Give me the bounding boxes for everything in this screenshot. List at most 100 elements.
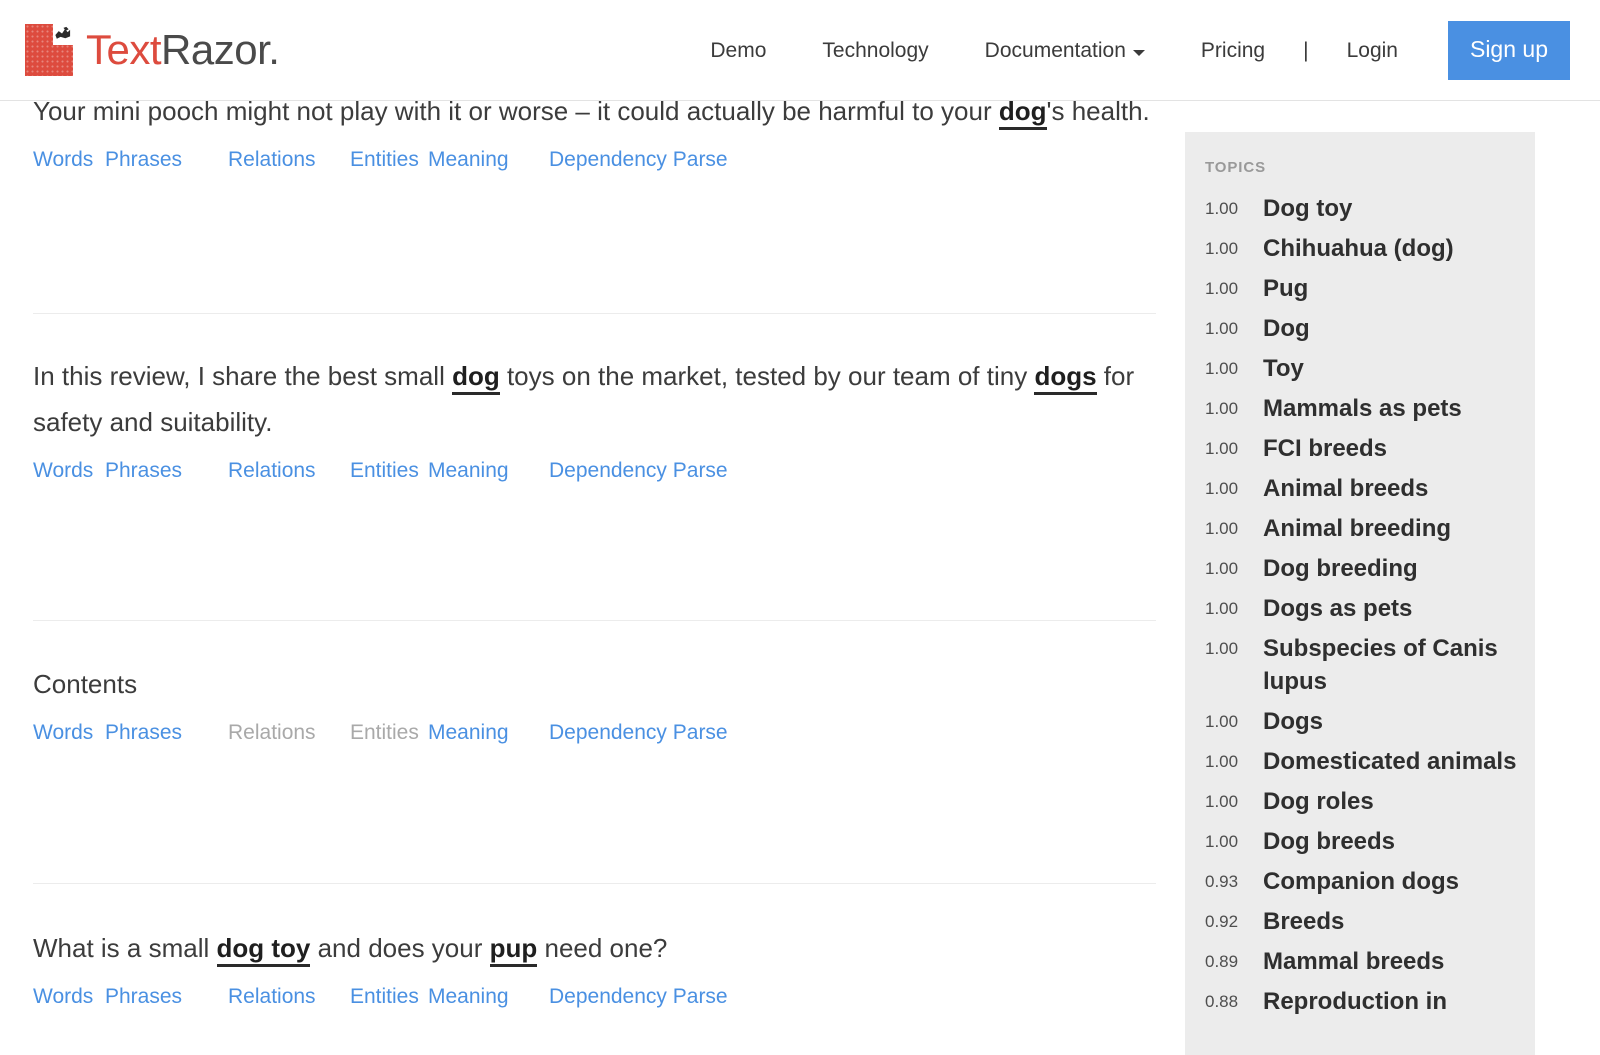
section-divider [33,883,1156,884]
action-link-meaning[interactable]: Meaning [428,985,549,1009]
topic-row[interactable]: 1.00Dog breeding [1185,552,1535,585]
topic-label: Dogs as pets [1263,592,1412,625]
signup-button[interactable]: Sign up [1448,21,1570,80]
action-link-words[interactable]: Words [33,985,105,1009]
page-body: Your mini pooch might not play with it o… [0,0,1600,1055]
sentence-text-run: and does your [310,933,489,963]
topic-row[interactable]: 1.00Mammals as pets [1185,392,1535,425]
action-link-dependency-parse[interactable]: Dependency Parse [549,721,728,745]
entity-highlight: dog [452,361,500,395]
topic-label: Dog breeding [1263,552,1418,585]
topic-score: 1.00 [1205,312,1263,345]
action-row: WordsPhrasesRelationsEntitiesMeaningDepe… [33,721,1158,745]
sentence-block-sentence-review: In this review, I share the best small d… [33,353,1158,483]
nav-link-pricing[interactable]: Pricing [1201,39,1265,63]
main-nav: DemoTechnologyDocumentationPricing|Login… [682,0,1600,101]
nav-link-demo[interactable]: Demo [710,39,766,63]
action-link-phrases[interactable]: Phrases [105,459,228,483]
action-link-entities: Entities [350,721,428,745]
topic-score: 1.00 [1205,632,1263,665]
topic-label: Reproduction in [1263,985,1447,1018]
topic-label: Dog [1263,312,1310,345]
action-link-meaning[interactable]: Meaning [428,148,549,172]
action-link-phrases[interactable]: Phrases [105,985,228,1009]
nav-link-label: Demo [710,39,766,63]
action-link-words[interactable]: Words [33,459,105,483]
topic-label: Mammals as pets [1263,392,1462,425]
topic-row[interactable]: 1.00Pug [1185,272,1535,305]
topic-label: FCI breeds [1263,432,1387,465]
entity-highlight: dog toy [217,933,311,967]
topic-row[interactable]: 0.93Companion dogs [1185,865,1535,898]
sentence-text: In this review, I share the best small d… [33,353,1158,445]
topic-score: 1.00 [1205,785,1263,818]
action-link-words[interactable]: Words [33,148,105,172]
nav-link-label: Technology [822,39,928,63]
chevron-down-icon [1133,50,1145,56]
nav-link-technology[interactable]: Technology [822,39,928,63]
site-header: TextRazor. Demo Technology Documentation Pr… [0,0,1600,101]
action-row: WordsPhrasesRelationsEntitiesMeaningDepe… [33,148,1158,172]
topic-label: Animal breeding [1263,512,1451,545]
topic-row[interactable]: 1.00Toy [1185,352,1535,385]
topics-heading: TOPICS [1185,159,1535,176]
sentence-block-sentence-what-is: What is a small dog toy and does your pu… [33,925,1158,1009]
brand-logo[interactable]: TextRazor. [25,24,279,76]
section-divider [33,620,1156,621]
topic-row[interactable]: 1.00Animal breeds [1185,472,1535,505]
topic-row[interactable]: 1.00Subspecies of Canis lupus [1185,632,1535,698]
action-link-relations[interactable]: Relations [228,459,350,483]
topic-row[interactable]: 0.92Breeds [1185,905,1535,938]
topic-score: 1.00 [1205,512,1263,545]
topic-label: Animal breeds [1263,472,1428,505]
action-link-relations[interactable]: Relations [228,148,350,172]
topic-row[interactable]: 0.88Reproduction in [1185,985,1535,1018]
action-link-phrases[interactable]: Phrases [105,148,228,172]
brand-text-secondary: Razor. [161,26,279,73]
topic-row[interactable]: 1.00Dogs [1185,705,1535,738]
topic-row[interactable]: 1.00Animal breeding [1185,512,1535,545]
topic-row[interactable]: 1.00Dogs as pets [1185,592,1535,625]
action-link-meaning[interactable]: Meaning [428,721,549,745]
sentence-block-sentence-contents: Contents WordsPhrasesRelationsEntitiesMea… [33,661,1158,745]
sentence-text-run: Contents [33,669,137,699]
topic-row[interactable]: 1.00Dog breeds [1185,825,1535,858]
topic-row[interactable]: 1.00Domesticated animals [1185,745,1535,778]
sentence-text-run: In this review, I share the best small [33,361,452,391]
textrazor-logo-icon [25,24,73,76]
topic-score: 0.93 [1205,865,1263,898]
topic-score: 1.00 [1205,192,1263,225]
topic-score: 1.00 [1205,592,1263,625]
action-link-entities[interactable]: Entities [350,459,428,483]
razor-blade-icon [53,25,72,44]
login-link[interactable]: Login [1347,39,1398,63]
action-link-dependency-parse[interactable]: Dependency Parse [549,985,728,1009]
topic-row[interactable]: 1.00Dog toy [1185,192,1535,225]
topic-score: 1.00 [1205,705,1263,738]
action-link-entities[interactable]: Entities [350,148,428,172]
action-link-meaning[interactable]: Meaning [428,459,549,483]
topic-score: 1.00 [1205,272,1263,305]
action-link-phrases[interactable]: Phrases [105,721,228,745]
topic-score: 1.00 [1205,232,1263,265]
action-link-relations[interactable]: Relations [228,985,350,1009]
topic-score: 1.00 [1205,825,1263,858]
action-link-dependency-parse[interactable]: Dependency Parse [549,459,728,483]
action-link-dependency-parse[interactable]: Dependency Parse [549,148,728,172]
topic-row[interactable]: 1.00FCI breeds [1185,432,1535,465]
topic-label: Toy [1263,352,1304,385]
topic-row[interactable]: 1.00Dog roles [1185,785,1535,818]
topic-row[interactable]: 1.00Chihuahua (dog) [1185,232,1535,265]
action-link-entities[interactable]: Entities [350,985,428,1009]
nav-link-documentation[interactable]: Documentation [985,39,1145,63]
topic-label: Dog roles [1263,785,1374,818]
topic-row[interactable]: 0.89Mammal breeds [1185,945,1535,978]
section-divider [33,313,1156,314]
topic-row[interactable]: 1.00Dog [1185,312,1535,345]
brand-text-primary: Text [86,26,161,73]
topic-label: Companion dogs [1263,865,1459,898]
topic-score: 1.00 [1205,472,1263,505]
sentence-text-run: need one? [537,933,667,963]
action-link-words[interactable]: Words [33,721,105,745]
action-link-relations: Relations [228,721,350,745]
